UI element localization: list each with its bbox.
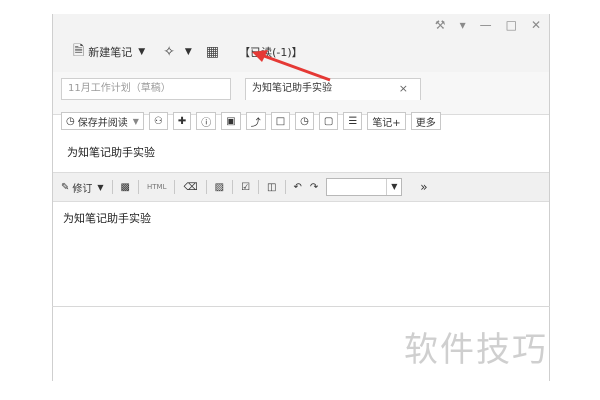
bookmark-icon: ⚇: [153, 115, 163, 127]
save-and-read-button[interactable]: ◷ 保存并阅读 ▼: [61, 112, 144, 130]
note-plus-label: 笔记+: [372, 117, 401, 129]
more-tools-label: »: [420, 180, 428, 194]
undo-icon: ↶: [293, 181, 302, 193]
paperclip-icon: ✚: [177, 115, 187, 127]
tab-label: 11月工作计划（草稿）: [68, 83, 171, 94]
comment-icon: □: [275, 115, 286, 127]
archive-icon: ▣: [226, 115, 236, 127]
checkbox-icon: ☑: [241, 181, 251, 193]
divider: [205, 180, 207, 194]
divider: [284, 180, 286, 194]
revise-icon: ✎: [61, 181, 70, 193]
divider: [232, 180, 234, 194]
new-note-icon: 🗎: [73, 43, 85, 59]
font-size-select[interactable]: ▼: [326, 178, 403, 196]
save-and-read-label: 保存并阅读: [77, 117, 128, 129]
share-icon: ⤴: [250, 117, 261, 129]
tab-draft-plan[interactable]: 11月工作计划（草稿）: [61, 78, 231, 100]
image-icon: ▨: [214, 181, 225, 193]
history-button[interactable]: ◷: [295, 112, 314, 130]
chevron-down-icon[interactable]: ▼: [386, 179, 401, 195]
chevron-down-icon[interactable]: ▼: [138, 47, 145, 57]
more-button[interactable]: 更多: [410, 112, 441, 130]
move-icon: ✧: [163, 44, 175, 60]
watermark-text: 软件技巧: [404, 330, 548, 370]
minimize-icon[interactable]: —: [480, 18, 492, 32]
undo-button[interactable]: ↶: [294, 182, 302, 193]
info-button[interactable]: ⓘ: [196, 112, 217, 130]
divider: [111, 180, 113, 194]
attachment-button[interactable]: ✚: [172, 112, 192, 130]
clock-icon: ◷: [300, 115, 309, 127]
checkbox-button[interactable]: ☑: [241, 182, 250, 193]
save-icon: ▩: [120, 181, 130, 193]
chevron-down-icon[interactable]: ▼: [133, 117, 139, 126]
revise-button[interactable]: ✎ 修订 ▼: [61, 180, 104, 195]
menu-icon[interactable]: ▾: [460, 18, 466, 32]
new-note-button[interactable]: 🗎 新建笔记 ▼: [73, 40, 145, 64]
new-note-label: 新建笔记: [88, 46, 133, 59]
chevron-down-icon[interactable]: ▼: [185, 47, 192, 57]
top-toolbar: 🗎 新建笔记 ▼ ✧ ▼ ▦ 【已读(-1)】: [73, 40, 303, 64]
save-button[interactable]: ▩: [121, 182, 130, 193]
html-label: HTML: [147, 183, 167, 191]
note-title[interactable]: 为知笔记助手实验: [67, 144, 155, 160]
image-button[interactable]: ▨: [215, 182, 224, 193]
note-toolbar: ◷ 保存并阅读 ▼ ⚇ ✚ ⓘ ▣ ⤴ □ ◷ ▢ ☰ 笔记+ 更多: [61, 110, 541, 132]
pin-icon[interactable]: ⚒: [435, 18, 446, 32]
eraser-button[interactable]: ⌫: [183, 182, 197, 193]
chevron-down-icon[interactable]: ▼: [97, 183, 103, 192]
read-icon: ◷: [66, 115, 75, 127]
bookmark-button[interactable]: ⚇: [148, 112, 168, 130]
divider: [174, 180, 176, 194]
more-tools-button[interactable]: »: [420, 180, 427, 194]
comment-button[interactable]: □: [270, 112, 291, 130]
tab-active-note[interactable]: 为知笔记助手实验 ×: [245, 78, 421, 100]
redo-icon: ↷: [309, 181, 319, 193]
trash-icon: ▢: [323, 115, 334, 127]
title-bar: ⚒ ▾ — □ ✕ 🗎 新建笔记 ▼ ✧ ▼ ▦ 【已读(-1)】: [53, 14, 549, 72]
delete-button[interactable]: ▢: [318, 112, 339, 130]
more-label: 更多: [415, 117, 436, 129]
edit-toolbar: ✎ 修订 ▼ ▩ HTML ⌫ ▨ ☑ ◫ ↶ ↷ ▼ »: [53, 172, 549, 202]
tab-label: 为知笔记助手实验: [252, 83, 332, 94]
window-controls: ⚒ ▾ — □ ✕: [435, 18, 541, 32]
file-icon: ◫: [267, 181, 277, 193]
note-plus-button[interactable]: 笔记+: [367, 112, 406, 130]
note-body[interactable]: 为知笔记助手实验: [63, 210, 151, 226]
html-button[interactable]: HTML: [147, 183, 166, 191]
share-button[interactable]: ⤴: [245, 112, 266, 130]
redo-button[interactable]: ↷: [310, 182, 318, 193]
close-icon[interactable]: ✕: [531, 18, 541, 32]
outline-button[interactable]: ☰: [343, 112, 363, 130]
divider: [258, 180, 260, 194]
revise-label: 修订: [72, 183, 93, 195]
info-icon: ⓘ: [201, 117, 212, 129]
eraser-icon: ⌫: [183, 181, 198, 193]
list-icon: ☰: [348, 115, 358, 127]
archive-button[interactable]: ▣: [221, 112, 241, 130]
move-button[interactable]: ✧ ▼: [163, 44, 192, 60]
close-tab-icon[interactable]: ×: [399, 79, 408, 99]
grid-icon: ▦: [205, 44, 220, 60]
categories-button[interactable]: ▦: [206, 44, 223, 60]
insert-file-button[interactable]: ◫: [267, 182, 276, 193]
maximize-icon[interactable]: □: [506, 18, 517, 32]
read-status: 【已读(-1)】: [239, 46, 303, 59]
divider: [138, 180, 139, 194]
divider: [52, 306, 550, 307]
